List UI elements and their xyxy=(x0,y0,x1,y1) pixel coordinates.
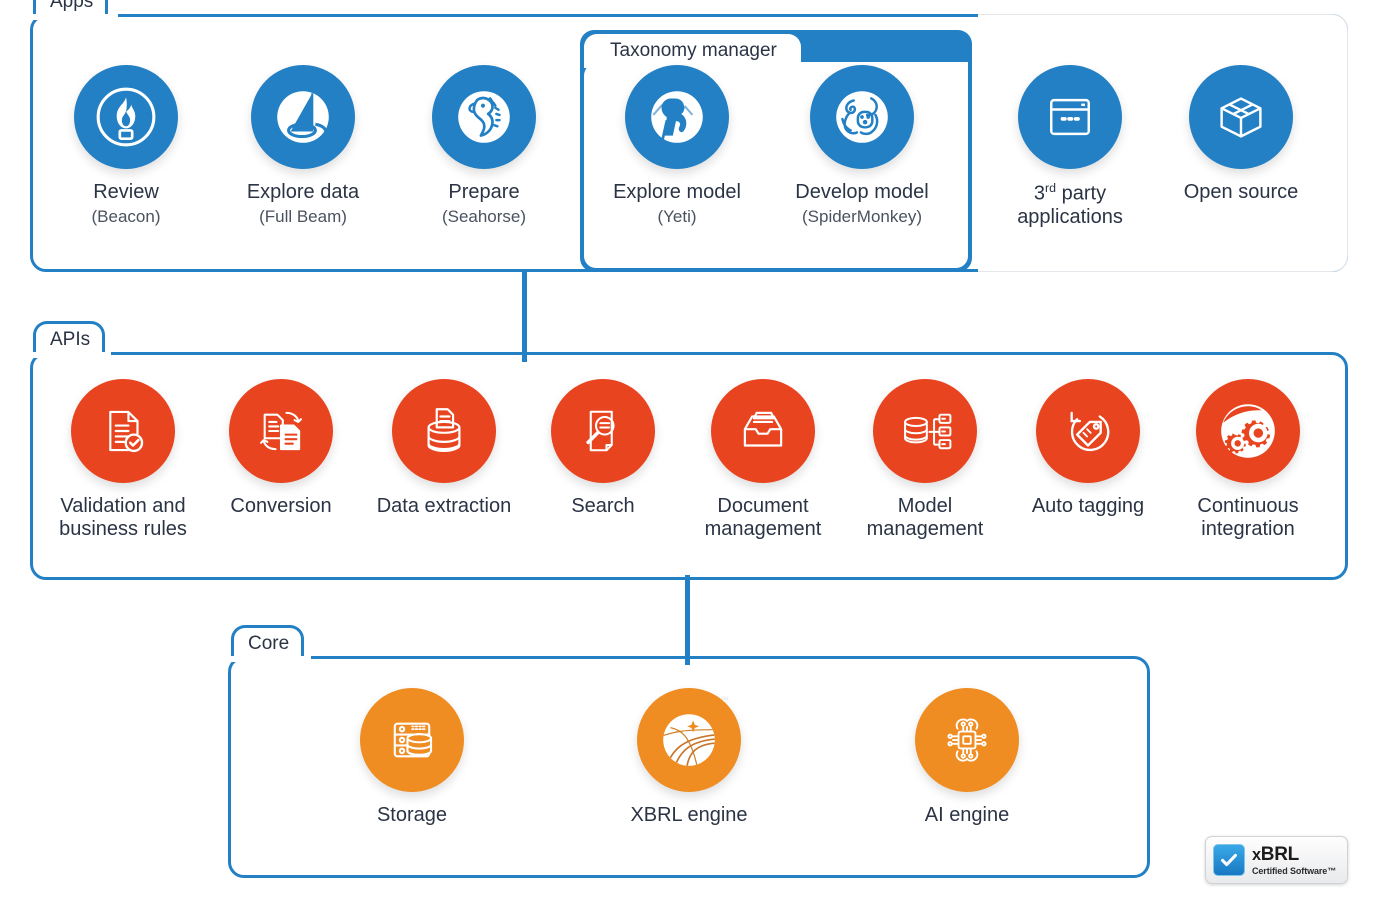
api-node-model-management[interactable]: Model management xyxy=(840,379,1010,541)
app-label: Open source xyxy=(1183,181,1299,203)
app-node-prepare[interactable]: ™ Prepare (Seahorse) xyxy=(399,65,569,227)
app-label-line2: applications xyxy=(1017,205,1123,228)
core-node-storage[interactable]: Storage xyxy=(327,688,497,827)
connector-apps-to-apis xyxy=(522,270,527,362)
api-label: Document xyxy=(717,495,809,517)
trademark-icon: ™ xyxy=(334,72,343,82)
trademark-icon: ™ xyxy=(515,72,524,82)
seahorse-icon[interactable]: ™ xyxy=(432,65,536,169)
beacon-flame-icon[interactable]: ™ xyxy=(74,65,178,169)
open-box-icon[interactable] xyxy=(1189,65,1293,169)
api-node-document-management[interactable]: Document management xyxy=(678,379,848,541)
xbrl-road-icon[interactable]: ™ xyxy=(637,688,741,792)
document-search-icon[interactable] xyxy=(551,379,655,483)
api-node-conversion[interactable]: Conversion xyxy=(196,379,366,518)
core-group-tab: Core xyxy=(231,625,305,660)
app-node-third-party[interactable]: 3rd party applications xyxy=(985,65,1155,229)
database-nodes-icon[interactable] xyxy=(873,379,977,483)
apis-group-tab: APIs xyxy=(33,321,106,356)
taxonomy-manager-label: Taxonomy manager xyxy=(610,40,777,61)
taxonomy-manager-tab: Taxonomy manager xyxy=(584,34,801,68)
app-label: Prepare xyxy=(448,181,520,203)
full-beam-light-icon[interactable]: ™ xyxy=(251,65,355,169)
core-label: XBRL engine xyxy=(630,804,748,826)
api-label: Continuous xyxy=(1197,495,1299,517)
trademark-icon: ™ xyxy=(720,695,729,705)
database-document-icon[interactable] xyxy=(392,379,496,483)
trademark-icon: ™ xyxy=(1279,386,1288,396)
app-label: Explore data xyxy=(246,181,360,203)
api-label: Data extraction xyxy=(376,495,512,517)
apis-group-label: APIs xyxy=(50,329,91,350)
app-sublabel: (Beacon) xyxy=(91,207,161,226)
app-node-explore-model[interactable]: ™ Explore model (Yeti) xyxy=(592,65,762,227)
trademark-icon: ™ xyxy=(708,72,717,82)
trademark-icon: ™ xyxy=(157,72,166,82)
api-node-search[interactable]: Search xyxy=(518,379,688,518)
app-label: Develop model xyxy=(795,181,929,203)
connector-apis-to-core xyxy=(685,575,690,665)
documents-convert-icon[interactable] xyxy=(229,379,333,483)
api-node-auto-tagging[interactable]: Auto tagging xyxy=(1003,379,1173,518)
check-icon xyxy=(1213,844,1245,876)
core-label: AI engine xyxy=(924,804,1010,826)
api-node-continuous-integration[interactable]: ™ Continuous integration xyxy=(1163,379,1333,541)
api-label: Conversion xyxy=(230,495,332,517)
api-label2: integration xyxy=(1201,518,1295,540)
server-database-icon[interactable] xyxy=(360,688,464,792)
app-node-review[interactable]: ™ Review (Beacon) xyxy=(41,65,211,227)
api-label: Auto tagging xyxy=(1031,495,1145,517)
yeti-icon[interactable]: ™ xyxy=(625,65,729,169)
api-label: Search xyxy=(571,495,635,517)
api-label2: management xyxy=(866,518,984,540)
api-label2: business rules xyxy=(59,518,187,540)
ai-chip-icon[interactable] xyxy=(915,688,1019,792)
app-node-explore-data[interactable]: ™ Explore data (Full Beam) xyxy=(218,65,388,227)
app-label: Explore model xyxy=(613,181,741,203)
api-label: Model xyxy=(897,495,953,517)
api-label: Validation and xyxy=(60,495,186,517)
app-node-develop-model[interactable]: ™ Develop model (SpiderMonkey) xyxy=(777,65,947,227)
xbrl-brand: xBRL xyxy=(1252,843,1299,865)
app-node-open-source[interactable]: Open source xyxy=(1156,65,1326,204)
tag-refresh-icon[interactable] xyxy=(1036,379,1140,483)
app-label-line1: 3rd party xyxy=(1033,181,1107,205)
diagram-canvas: Apps ™ Review (Beacon) ™ Explore data (F… xyxy=(0,0,1384,904)
apps-group-label: Apps xyxy=(50,0,94,12)
api-node-data-extraction[interactable]: Data extraction xyxy=(359,379,529,518)
spidermonkey-icon[interactable]: ™ xyxy=(810,65,914,169)
document-check-icon[interactable] xyxy=(71,379,175,483)
trademark-icon: ™ xyxy=(893,72,902,82)
file-tray-icon[interactable] xyxy=(711,379,815,483)
core-node-ai-engine[interactable]: AI engine xyxy=(882,688,1052,827)
api-node-validation[interactable]: Validation and business rules xyxy=(38,379,208,541)
app-sublabel: (Yeti) xyxy=(657,207,697,226)
browser-window-icon[interactable] xyxy=(1018,65,1122,169)
gears-icon[interactable]: ™ xyxy=(1196,379,1300,483)
core-label: Storage xyxy=(376,804,448,826)
app-sublabel: (Full Beam) xyxy=(259,207,347,226)
core-node-xbrl-engine[interactable]: ™ XBRL engine xyxy=(604,688,774,827)
xbrl-certified-software-badge: xBRL Certified Software™ xyxy=(1205,836,1348,884)
api-label2: management xyxy=(704,518,822,540)
app-label: Review xyxy=(93,181,159,203)
app-sublabel: (Seahorse) xyxy=(441,207,527,226)
core-group-label: Core xyxy=(248,633,290,654)
app-sublabel: (SpiderMonkey) xyxy=(802,207,922,226)
xbrl-caption: Certified Software™ xyxy=(1252,865,1337,876)
